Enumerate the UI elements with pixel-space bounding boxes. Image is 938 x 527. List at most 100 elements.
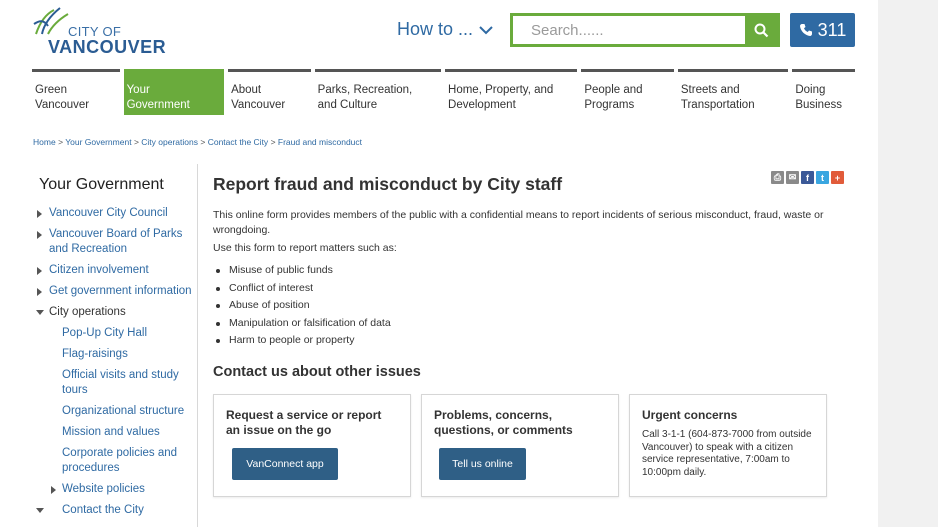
sidebar-item-label: Corporate policies and procedures <box>62 447 178 474</box>
how-to-label: How to ... <box>397 19 474 39</box>
sidebar-item-label: Get government information <box>49 285 192 297</box>
sidebar-item-label: Website policies <box>62 483 145 495</box>
sidebar-item[interactable]: Pop-Up City Hall <box>32 326 197 341</box>
nav-item-line: Development <box>448 99 516 111</box>
vanconnect-app-button[interactable]: VanConnect app <box>232 448 338 480</box>
card-title: Request a service or report an issue on … <box>226 408 382 437</box>
nav-item-line: Parks, Recreation, <box>317 84 413 96</box>
sidebar-item[interactable]: Contact the City <box>32 503 197 518</box>
breadcrumb-separator: > <box>270 137 276 147</box>
card-title: Problems, concerns, questions, or commen… <box>434 408 573 437</box>
sidebar-item-label: Flag-raisings <box>62 348 128 360</box>
sidebar-item[interactable]: Vancouver City Council <box>32 206 197 221</box>
breadcrumb: Home > Your Government > City operations… <box>33 137 362 147</box>
breadcrumb-link[interactable]: Home <box>33 137 56 147</box>
sidebar-item-label: Vancouver Board of Parks and Recreation <box>49 228 183 255</box>
sidebar-item[interactable]: Get government information <box>32 284 197 299</box>
sidebar-item-label: Mission and values <box>62 426 160 438</box>
twitter-icon[interactable]: t <box>816 171 829 184</box>
nav-item-line: Streets and <box>680 84 740 96</box>
sidebar-item-label: Vancouver City Council <box>49 207 168 219</box>
phone-icon <box>799 24 812 36</box>
intro-text: This online form provides members of the… <box>213 209 824 236</box>
main-navigation: Green Vancouver Your Government About Vancouv… <box>32 69 856 115</box>
call-311-label: 311 <box>817 19 847 40</box>
contact-section-title: Contact us about other issues <box>213 364 421 380</box>
print-icon[interactable]: ⎙ <box>771 171 784 184</box>
breadcrumb-separator: > <box>58 137 64 147</box>
sidebar-item[interactable]: Mission and values <box>32 425 197 440</box>
nav-item[interactable]: About Vancouver <box>228 69 311 115</box>
sidebar-item[interactable]: City operations <box>32 305 197 320</box>
card-text: Call 3-1-1 (604-873-7000 from outside Va… <box>642 429 812 478</box>
sidebar-item[interactable]: Website policies <box>32 482 197 497</box>
list-item: Misuse of public funds <box>216 262 391 280</box>
breadcrumb-link[interactable]: Contact the City <box>208 137 268 147</box>
sidebar-item[interactable]: Citizen involvement <box>32 263 197 278</box>
sidebar-item-label: Official visits and study tours <box>62 369 179 396</box>
collapsed-arrow-icon <box>37 267 42 275</box>
leaf-icon <box>33 7 69 35</box>
email-icon[interactable]: ✉ <box>786 171 799 184</box>
nav-item-line: Government <box>126 99 190 111</box>
breadcrumb-link[interactable]: Your Government <box>65 137 131 147</box>
city-logo[interactable]: CITY OF VANCOUVER <box>32 4 166 57</box>
nav-item-line: Business <box>795 99 842 111</box>
sidebar-item-label: City operations <box>49 306 126 318</box>
card-problems-concerns: Problems, concerns, questions, or commen… <box>421 394 619 497</box>
nav-item[interactable]: Doing Business <box>792 69 856 115</box>
breadcrumb-link[interactable]: Fraud and misconduct <box>278 137 362 147</box>
nav-item[interactable]: Home, Property, and Development <box>445 69 578 115</box>
nav-item-line: About <box>231 84 262 96</box>
tell-us-online-button[interactable]: Tell us online <box>439 448 526 480</box>
search-box <box>510 13 780 47</box>
nav-item-line: Doing <box>795 84 826 96</box>
collapsed-arrow-icon <box>37 288 42 296</box>
nav-item[interactable]: Your Government <box>123 69 225 115</box>
breadcrumb-separator: > <box>133 137 139 147</box>
nav-item[interactable]: Streets and Transportation <box>677 69 789 115</box>
sidebar: Your Government Vancouver City Council Va… <box>32 164 198 527</box>
nav-item[interactable]: Green Vancouver <box>32 69 120 115</box>
sidebar-items: Vancouver City Council Vancouver Board of… <box>32 206 197 518</box>
page-gutter <box>878 0 938 527</box>
use-form-text: Use this form to report matters such as: <box>213 242 397 254</box>
call-311-button[interactable]: 311 <box>790 13 855 47</box>
search-button[interactable] <box>745 16 777 44</box>
nav-item-line: Vancouver <box>35 99 90 111</box>
nav-item[interactable]: Parks, Recreation, and Culture <box>314 69 442 115</box>
breadcrumb-separator: > <box>200 137 206 147</box>
report-matters-list: Misuse of public funds Conflict of intere… <box>216 262 391 350</box>
sidebar-item-label: Citizen involvement <box>49 264 149 276</box>
sidebar-title: Your Government <box>39 176 164 193</box>
more-share-icon[interactable]: + <box>831 171 844 184</box>
expanded-arrow-icon <box>36 508 44 513</box>
logo-vancouver-text: VANCOUVER <box>48 37 167 57</box>
nav-item-line: Vancouver <box>231 99 286 111</box>
sidebar-item[interactable]: Flag-raisings <box>32 347 197 362</box>
sidebar-item[interactable]: Organizational structure <box>32 404 197 419</box>
nav-item-line: Home, Property, and <box>448 84 554 96</box>
collapsed-arrow-icon <box>37 231 42 239</box>
sidebar-item[interactable]: Vancouver Board of Parks and Recreation <box>32 227 197 257</box>
collapsed-arrow-icon <box>51 486 56 494</box>
sidebar-item[interactable]: Official visits and study tours <box>32 368 197 398</box>
collapsed-arrow-icon <box>37 210 42 218</box>
card-title: Urgent concerns <box>642 408 738 422</box>
list-item: Conflict of interest <box>216 280 391 298</box>
sidebar-item-label: Contact the City <box>62 504 144 516</box>
card-urgent-concerns: Urgent concerns Call 3-1-1 (604-873-7000… <box>629 394 827 497</box>
page-title: Report fraud and misconduct by City staf… <box>213 174 563 194</box>
nav-item-line: People and <box>584 84 643 96</box>
facebook-icon[interactable]: f <box>801 171 814 184</box>
breadcrumb-link[interactable]: City operations <box>141 137 198 147</box>
sidebar-item[interactable]: Corporate policies and procedures <box>32 446 197 476</box>
share-toolbar: ⎙ ✉ f t + <box>771 171 844 184</box>
nav-item-line: Green <box>35 84 67 96</box>
how-to-dropdown[interactable]: How to ... <box>397 19 493 40</box>
list-item: Harm to people or property <box>216 332 391 350</box>
nav-item-line: Your <box>126 84 150 96</box>
sidebar-item-label: Organizational structure <box>62 405 185 417</box>
nav-item[interactable]: People and Programs <box>581 69 674 115</box>
search-input[interactable] <box>513 16 745 44</box>
